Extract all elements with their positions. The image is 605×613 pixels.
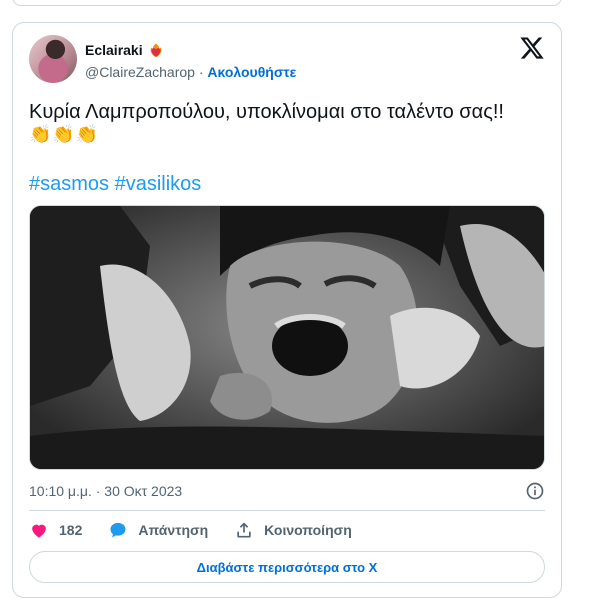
author-handle[interactable]: @ClaireZacharop	[85, 64, 195, 80]
divider	[29, 510, 545, 511]
heart-icon	[32, 524, 46, 538]
reply-bubble-icon	[110, 522, 126, 538]
author-handle-row: @ClaireZacharop · Ακολουθήστε	[85, 64, 296, 80]
clapping-emojis: 👏👏👏	[29, 124, 100, 144]
tweet-timestamp[interactable]: 10:10 μ.μ. · 30 Οκτ 2023	[29, 483, 182, 499]
share-label: Κοινοποίηση	[264, 522, 352, 538]
hashtag-row: #sasmos #vasilikos	[29, 171, 201, 197]
media-image	[30, 206, 544, 469]
x-logo-icon[interactable]	[519, 35, 545, 61]
reply-label: Απάντηση	[138, 522, 209, 538]
hashtag-sasmos[interactable]: #sasmos	[29, 173, 109, 195]
previous-embed-card-edge	[12, 0, 562, 6]
heart-fire-icon	[150, 43, 162, 58]
tweet-text: Κυρία Λαμπροπούλου, υποκλίνομαι στο ταλέ…	[29, 101, 504, 123]
like-count: 182	[59, 522, 83, 538]
share-button[interactable]: Κοινοποίηση	[234, 520, 352, 540]
separator-dot: ·	[198, 64, 204, 80]
tweet-media-gif[interactable]	[29, 205, 545, 470]
avatar[interactable]	[29, 35, 77, 83]
timestamp-row: 10:10 μ.μ. · 30 Οκτ 2023	[29, 481, 545, 501]
tweet-embed-card: Eclairaki @ClaireZacharop · Ακολουθήστε …	[12, 22, 562, 598]
like-button[interactable]: 182	[29, 520, 82, 540]
tweet-actions: 182 Απάντηση Κοινοποίηση	[29, 520, 378, 540]
follow-link[interactable]: Ακολουθήστε	[207, 64, 296, 80]
author-name[interactable]: Eclairaki	[85, 42, 143, 58]
share-icon	[237, 522, 251, 538]
info-icon[interactable]	[525, 481, 545, 501]
hashtag-vasilikos[interactable]: #vasilikos	[115, 173, 202, 195]
read-more-button[interactable]: Διαβάστε περισσότερα στο X	[29, 551, 545, 583]
author-name-row[interactable]: Eclairaki	[85, 41, 165, 59]
reply-button[interactable]: Απάντηση	[108, 520, 208, 540]
